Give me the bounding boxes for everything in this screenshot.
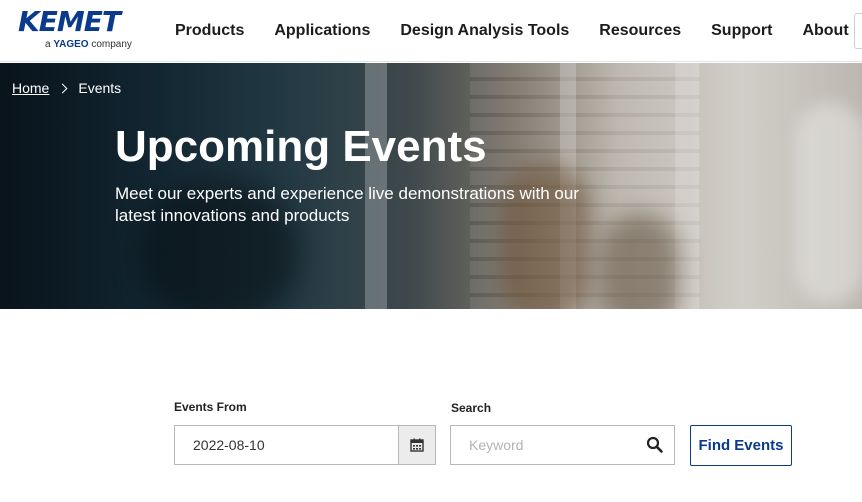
chevron-right-icon bbox=[57, 83, 68, 93]
logo-wordmark: KEMET bbox=[18, 5, 121, 38]
calendar-icon bbox=[410, 438, 424, 452]
header-search-toggle[interactable] bbox=[854, 13, 862, 49]
search-label: Search bbox=[451, 401, 492, 415]
logo-tagline-brand: YAGEO bbox=[53, 39, 89, 50]
hero-banner: Home Events Upcoming Events Meet our exp… bbox=[0, 63, 862, 309]
search-button[interactable] bbox=[646, 436, 664, 454]
nav-about[interactable]: About bbox=[787, 22, 862, 40]
breadcrumb-home-link[interactable]: Home bbox=[12, 80, 49, 96]
page-title: Upcoming Events bbox=[115, 122, 487, 171]
calendar-button[interactable] bbox=[398, 426, 435, 464]
search-icon bbox=[646, 436, 663, 453]
breadcrumb-current: Events bbox=[78, 80, 122, 96]
nav-design-analysis-tools[interactable]: Design Analysis Tools bbox=[385, 22, 584, 40]
page-subtitle: Meet our experts and experience live dem… bbox=[115, 184, 579, 225]
main-nav: Products Applications Design Analysis To… bbox=[160, 0, 862, 62]
search-input[interactable] bbox=[451, 426, 641, 464]
events-from-label: Events From bbox=[174, 400, 247, 414]
search-field bbox=[450, 425, 675, 465]
nav-support[interactable]: Support bbox=[696, 22, 787, 40]
events-from-input[interactable] bbox=[175, 426, 399, 464]
find-events-button[interactable]: Find Events bbox=[690, 425, 792, 466]
site-header: KEMET a YAGEO company Products Applicati… bbox=[0, 0, 862, 62]
kemet-logo[interactable]: KEMET a YAGEO company bbox=[18, 6, 144, 54]
nav-resources[interactable]: Resources bbox=[584, 22, 696, 40]
nav-products[interactable]: Products bbox=[160, 22, 259, 40]
breadcrumb: Home Events bbox=[12, 80, 121, 96]
events-from-field bbox=[174, 425, 436, 465]
nav-applications[interactable]: Applications bbox=[259, 22, 385, 40]
logo-tagline-suffix: company bbox=[88, 39, 132, 50]
logo-tagline: a YAGEO company bbox=[45, 39, 132, 51]
